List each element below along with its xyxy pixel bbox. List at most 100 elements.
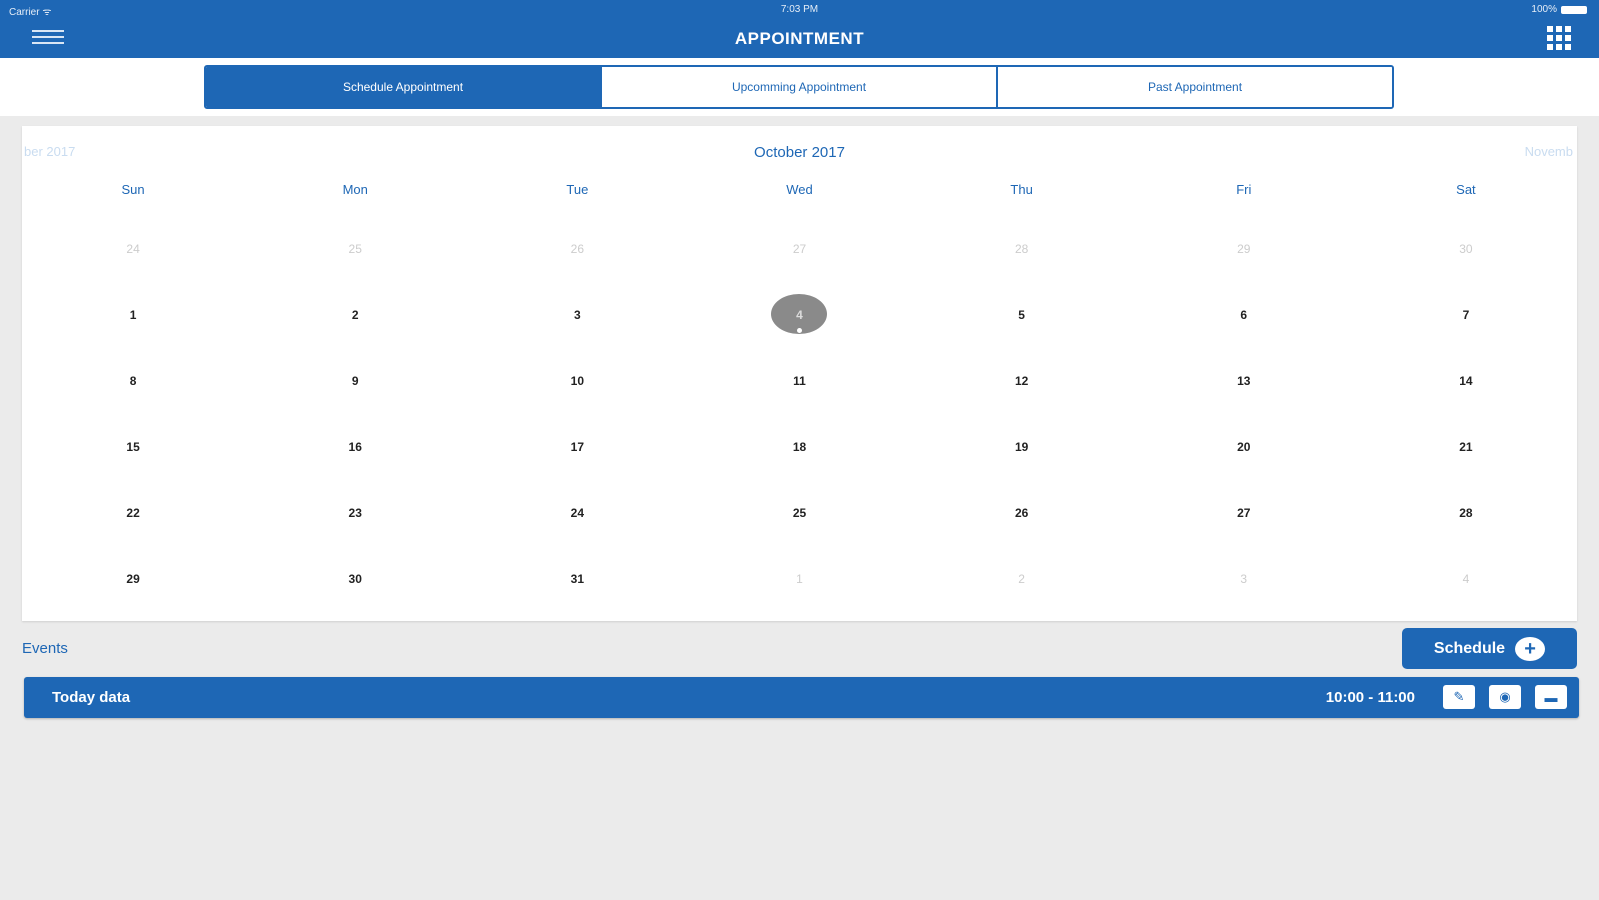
calendar-day-number: 30: [348, 572, 362, 586]
calendar-day[interactable]: 2: [244, 282, 466, 348]
calendar-day[interactable]: 18: [688, 414, 910, 480]
battery-status: 100%: [1531, 4, 1587, 15]
calendar-day[interactable]: 30: [1355, 216, 1577, 282]
calendar-day[interactable]: 2: [911, 546, 1133, 612]
calendar-day[interactable]: 30: [244, 546, 466, 612]
calendar-day-number: 20: [1237, 440, 1251, 454]
calendar-day-today[interactable]: 4: [688, 282, 910, 348]
calendar-day-number: 6: [1240, 308, 1248, 322]
calendar-day-number: 28: [1014, 242, 1029, 256]
weekday-header: Sun Mon Tue Wed Thu Fri Sat: [22, 182, 1577, 197]
calendar-day-number: 28: [1459, 506, 1473, 520]
calendar-day[interactable]: 21: [1355, 414, 1577, 480]
calendar-day[interactable]: 27: [688, 216, 910, 282]
calendar-day[interactable]: 27: [1133, 480, 1355, 546]
calendar-days-grid: 24 25 26 27 28 29 30 1 2 3 4 5 6 7 8 9 10 11 12 13 14 15 16 17 1…: [22, 216, 1577, 612]
plus-circle-icon: +: [1515, 636, 1546, 661]
calendar-day[interactable]: 28: [1355, 480, 1577, 546]
view-icon[interactable]: ◉: [1489, 685, 1521, 709]
battery-percent: 100%: [1531, 4, 1557, 15]
calendar-day[interactable]: 29: [1133, 216, 1355, 282]
calendar-day-number: 9: [351, 374, 359, 388]
calendar-day[interactable]: 31: [466, 546, 688, 612]
calendar-day-number: 15: [126, 440, 140, 454]
calendar-day[interactable]: 12: [911, 348, 1133, 414]
calendar-day[interactable]: 5: [911, 282, 1133, 348]
weekday-thu: Thu: [1010, 182, 1033, 197]
event-title: Today data: [52, 689, 131, 706]
event-row[interactable]: Today data 10:00 - 11:00 ✎ ◉ ▬: [24, 677, 1579, 718]
calendar-day[interactable]: 23: [244, 480, 466, 546]
calendar-day[interactable]: 8: [22, 348, 244, 414]
calendar-day-number: 5: [1018, 308, 1025, 322]
schedule-button[interactable]: Schedule +: [1402, 628, 1577, 669]
calendar-day-number: 2: [1018, 572, 1025, 586]
calendar-day-number: 12: [1014, 374, 1029, 388]
weekday-tue: Tue: [566, 182, 589, 197]
calendar: ber 2017 October 2017 Novemb Sun Mon Tue…: [22, 126, 1577, 621]
delete-icon[interactable]: ▬: [1535, 685, 1567, 709]
calendar-day[interactable]: 15: [22, 414, 244, 480]
calendar-day[interactable]: 1: [688, 546, 910, 612]
tab-past-appointment[interactable]: Past Appointment: [996, 67, 1392, 107]
calendar-day-number: 24: [126, 242, 140, 256]
calendar-day[interactable]: 10: [466, 348, 688, 414]
event-time: 10:00 - 11:00: [1325, 689, 1415, 706]
calendar-day-number: 1: [129, 308, 137, 322]
calendar-day-number: 25: [792, 506, 807, 520]
calendar-day[interactable]: 9: [244, 348, 466, 414]
calendar-day[interactable]: 26: [466, 216, 688, 282]
next-month-link[interactable]: Novemb: [1525, 144, 1573, 159]
grid-apps-icon[interactable]: [1547, 26, 1573, 50]
tab-upcoming-appointment[interactable]: Upcomming Appointment: [600, 67, 996, 107]
calendar-day[interactable]: 24: [22, 216, 244, 282]
calendar-day-number: 25: [348, 242, 362, 256]
calendar-day[interactable]: 20: [1133, 414, 1355, 480]
calendar-day[interactable]: 16: [244, 414, 466, 480]
calendar-day[interactable]: 28: [911, 216, 1133, 282]
calendar-day[interactable]: 3: [466, 282, 688, 348]
status-time: 7:03 PM: [780, 4, 819, 15]
calendar-day-number: 27: [792, 242, 807, 256]
calendar-day[interactable]: 26: [911, 480, 1133, 546]
calendar-day[interactable]: 1: [22, 282, 244, 348]
calendar-day[interactable]: 7: [1355, 282, 1577, 348]
calendar-day[interactable]: 17: [466, 414, 688, 480]
calendar-day[interactable]: 3: [1133, 546, 1355, 612]
calendar-day[interactable]: 13: [1133, 348, 1355, 414]
calendar-day-number: 3: [574, 308, 581, 322]
segmented-tabs: Schedule Appointment Upcomming Appointme…: [204, 65, 1394, 109]
calendar-day-number: 18: [792, 440, 807, 454]
calendar-day-number: 29: [126, 572, 140, 586]
calendar-day[interactable]: 4: [1355, 546, 1577, 612]
calendar-day[interactable]: 14: [1355, 348, 1577, 414]
calendar-day-number: 8: [129, 374, 137, 388]
calendar-day-number: 27: [1237, 506, 1251, 520]
weekday-wed: Wed: [786, 182, 813, 197]
app-header: Carrier ᯤ 7:03 PM 100% APPOINTMENT: [0, 0, 1599, 58]
calendar-day-number: 14: [1459, 374, 1473, 388]
weekday-sun: Sun: [121, 182, 145, 197]
calendar-day-number: 10: [570, 374, 585, 388]
calendar-day[interactable]: 19: [911, 414, 1133, 480]
calendar-day-number: 16: [348, 440, 362, 454]
calendar-day[interactable]: 6: [1133, 282, 1355, 348]
calendar-day[interactable]: 29: [22, 546, 244, 612]
calendar-day-number: 21: [1459, 440, 1473, 454]
calendar-month-title: October 2017: [754, 144, 845, 161]
calendar-day[interactable]: 25: [244, 216, 466, 282]
calendar-day[interactable]: 24: [466, 480, 688, 546]
calendar-day-number: 11: [793, 374, 806, 388]
calendar-day-number: 7: [1462, 308, 1470, 322]
calendar-day[interactable]: 22: [22, 480, 244, 546]
page-title: APPOINTMENT: [734, 29, 865, 48]
calendar-day-number: 1: [796, 572, 803, 586]
calendar-day-number: 13: [1237, 374, 1251, 388]
event-actions: ✎ ◉ ▬: [1443, 685, 1567, 709]
calendar-day[interactable]: 11: [688, 348, 910, 414]
tab-schedule-appointment[interactable]: Schedule Appointment: [206, 67, 600, 107]
edit-icon[interactable]: ✎: [1443, 685, 1475, 709]
calendar-day-number: 22: [126, 506, 140, 520]
calendar-day-number: 26: [1014, 506, 1029, 520]
calendar-day[interactable]: 25: [688, 480, 910, 546]
